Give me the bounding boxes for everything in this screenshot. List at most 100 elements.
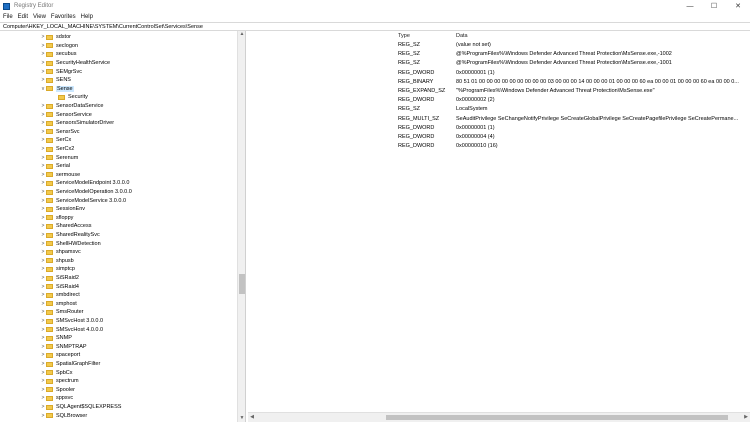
tree-item[interactable]: > SharedAccess [0, 222, 92, 231]
value-row[interactable]: REG_DWORD 0x00000010 (16) [248, 143, 750, 152]
tree-item[interactable]: > SharedRealitySvc [0, 231, 100, 240]
folder-icon [58, 94, 65, 100]
tree-item[interactable]: > SQLBrowser [0, 411, 88, 420]
value-row[interactable]: REG_SZ LocalSystem [248, 106, 750, 115]
tree-item[interactable]: > Serenum [0, 153, 79, 162]
tree-item[interactable]: > SpbCx [0, 368, 73, 377]
tree-item[interactable]: Security [0, 93, 88, 102]
tree-item[interactable]: > SerCx [0, 136, 72, 145]
tree-item[interactable]: > SpatialGraphFilter [0, 360, 101, 369]
value-row[interactable]: REG_DWORD 0x00000002 (2) [248, 97, 750, 106]
menu-file[interactable]: File [3, 14, 13, 20]
tree-item[interactable]: > Serial [0, 162, 71, 171]
tree-item[interactable]: > SmsRouter [0, 308, 84, 317]
value-row[interactable]: REG_SZ @%ProgramFiles%\Windows Defender A… [248, 51, 750, 60]
tree-item[interactable]: > SNMP [0, 334, 72, 343]
tree-item[interactable]: > ServiceModelEndpoint 3.0.0.0 [0, 179, 130, 188]
value-data: 0x00000001 (1) [456, 69, 495, 76]
tree-item[interactable]: > ServiceModelService 3.0.0.0 [0, 196, 126, 205]
tree-item[interactable]: > SiSRaid4 [0, 282, 79, 291]
tree-item[interactable]: > SensrSvc [0, 128, 80, 137]
value-row[interactable]: REG_MULTI_SZ SeAuditPrivilege SeChangeNot… [248, 116, 750, 125]
tree-item[interactable]: > SessionEnv [0, 205, 86, 214]
tree-item[interactable]: > shpusb [0, 257, 74, 266]
menu-view[interactable]: View [33, 14, 46, 20]
tree-item[interactable]: > SMSvcHost 3.0.0.0 [0, 317, 104, 326]
tree-item-label: SensrSvc [56, 128, 80, 135]
folder-icon [46, 155, 53, 161]
tree-item[interactable]: > spectrum [0, 377, 79, 386]
scroll-up-arrow-icon[interactable]: ▲ [238, 31, 246, 38]
folder-icon [46, 77, 53, 83]
tree-item[interactable]: > SensorsSimulatorDriver [0, 119, 115, 128]
tree-item[interactable]: > SEMgrSvc [0, 67, 82, 76]
tree-item[interactable]: > SMSvcHost 4.0.0.0 [0, 325, 104, 334]
scroll-down-arrow-icon[interactable]: ▼ [238, 415, 246, 422]
value-row[interactable]: REG_SZ (value not set) [248, 42, 750, 51]
tree-item[interactable]: > sppsvc [0, 394, 74, 403]
tree-item[interactable]: > SensorService [0, 110, 92, 119]
value-row[interactable]: REG_DWORD 0x00000001 (1) [248, 125, 750, 134]
column-header-data[interactable]: Data [456, 33, 468, 42]
maximize-button[interactable]: ☐ [702, 0, 726, 12]
tree-item-label: ServiceModelEndpoint 3.0.0.0 [56, 180, 130, 187]
tree-item[interactable]: v Sense [0, 85, 74, 94]
menu-favorites[interactable]: Favorites [51, 14, 76, 20]
tree-item[interactable]: > ServiceModelOperation 3.0.0.0 [0, 188, 132, 197]
tree-item[interactable]: > seclogon [0, 42, 79, 51]
menu-help[interactable]: Help [81, 14, 93, 20]
tree-item[interactable]: > SecurityHealthService [0, 59, 111, 68]
value-type: REG_MULTI_SZ [398, 115, 440, 122]
column-header-type[interactable]: Type [398, 33, 410, 42]
address-bar[interactable]: Computer\HKEY_LOCAL_MACHINE\SYSTEM\Curre… [0, 22, 750, 31]
minimize-button[interactable]: — [678, 0, 702, 12]
values-pane[interactable]: Type Data REG_SZ (value not set) REG_SZ @%P… [248, 31, 750, 422]
values-horizontal-scrollbar[interactable]: ◀ ▶ [248, 412, 750, 422]
tree-item[interactable]: > simptcp [0, 265, 75, 274]
value-row[interactable]: REG_SZ @%ProgramFiles%\Windows Defender A… [248, 60, 750, 69]
value-row[interactable]: REG_DWORD 0x00000004 (4) [248, 134, 750, 143]
value-type: REG_SZ [398, 60, 421, 67]
tree-item-label: SENS [56, 77, 71, 84]
key-tree-pane[interactable]: > sdstor > seclogon > secubus > SecurityHealthS… [0, 31, 246, 422]
tree-item-label: SpatialGraphFilter [56, 361, 101, 368]
folder-icon [46, 198, 53, 204]
tree-item[interactable]: > SiSRaid2 [0, 274, 79, 283]
tree-item[interactable]: > shpamsvc [0, 248, 81, 257]
tree-item[interactable]: > secubus [0, 50, 77, 59]
tree-item-label: secubus [56, 51, 77, 58]
scroll-left-arrow-icon[interactable]: ◀ [248, 413, 256, 422]
value-row[interactable]: REG_BINARY 80 51 01 00 00 00 00 00 00 00 … [248, 79, 750, 88]
value-row[interactable]: REG_DWORD 0x00000001 (1) [248, 70, 750, 79]
tree-item-label: SiSRaid4 [56, 283, 79, 290]
tree-item[interactable]: > SENS [0, 76, 71, 85]
scroll-right-arrow-icon[interactable]: ▶ [742, 413, 750, 422]
values-scroll-thumb[interactable] [386, 415, 728, 420]
value-type: REG_EXPAND_SZ [398, 88, 446, 94]
tree-item[interactable]: > sfloppy [0, 214, 74, 223]
tree-item[interactable]: > sermouse [0, 171, 81, 180]
tree-vertical-scrollbar[interactable]: ▲ ▼ [237, 31, 245, 422]
tree-item[interactable]: > smphost [0, 300, 77, 309]
tree-item[interactable]: > SerCx2 [0, 145, 75, 154]
value-data: "%ProgramFiles%\Windows Defender Advance… [456, 88, 655, 94]
value-row[interactable]: REG_EXPAND_SZ "%ProgramFiles%\Windows Def… [248, 88, 750, 97]
value-data: 0x00000002 (2) [456, 97, 495, 104]
tree-item[interactable]: > spaceport [0, 351, 81, 360]
tree-item[interactable]: > ShellHWDetection [0, 239, 101, 248]
folder-icon [46, 103, 53, 109]
folder-icon [46, 137, 53, 143]
tree-item-label: SessionEnv [56, 206, 86, 213]
value-data: 0x00000010 (16) [456, 143, 498, 150]
menu-edit[interactable]: Edit [18, 14, 28, 20]
tree-item[interactable]: > smbdirect [0, 291, 80, 300]
tree-item[interactable]: > sdstor [0, 33, 71, 42]
folder-icon [46, 51, 53, 57]
tree-item[interactable]: > SQLAgent$SQLEXPRESS [0, 403, 122, 412]
tree-item[interactable]: > SNMPTRAP [0, 343, 87, 352]
tree-item[interactable]: > SensorDataService [0, 102, 104, 111]
value-data: @%ProgramFiles%\Windows Defender Advance… [456, 51, 672, 58]
close-button[interactable]: ✕ [726, 0, 750, 12]
tree-scroll-thumb[interactable] [239, 274, 245, 294]
tree-item[interactable]: > Spooler [0, 386, 75, 395]
